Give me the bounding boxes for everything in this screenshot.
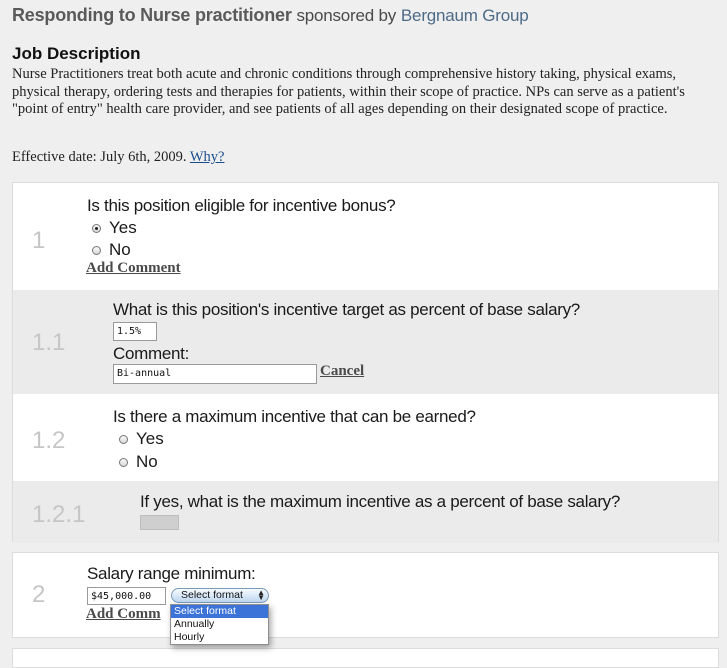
format-option-hourly[interactable]: Hourly <box>171 631 268 644</box>
incentive-target-input[interactable]: 1.5% <box>113 322 157 341</box>
question-text: Salary range minimum: <box>87 564 256 583</box>
question-text: If yes, what is the maximum incentive as… <box>140 492 621 511</box>
question-number: 1.2.1 <box>32 501 86 528</box>
question-row-1-1: 1.1 What is this position's incentive ta… <box>13 290 718 394</box>
question-text: Is this position eligible for incentive … <box>87 196 396 215</box>
question-number: 1 <box>32 227 46 254</box>
job-description-text: Nurse Practitioners treat both acute and… <box>12 66 685 117</box>
radio-no[interactable] <box>119 457 128 467</box>
sponsor-link[interactable]: Bergnaum Group <box>401 6 529 25</box>
option-no-label: No <box>109 240 131 259</box>
job-description-heading: Job Description <box>12 44 141 63</box>
question-panel-1: 1 Is this position eligible for incentiv… <box>12 182 719 543</box>
comment-label: Comment: <box>113 344 190 363</box>
salary-min-input[interactable]: $45,000.00 <box>87 587 166 605</box>
sponsored-by-label: sponsored by <box>296 6 397 25</box>
page-header: Responding to Nurse practitioner sponsor… <box>12 5 722 26</box>
question-text: Is there a maximum incentive that can be… <box>113 407 476 426</box>
option-no[interactable]: No <box>92 240 131 260</box>
option-no[interactable]: No <box>119 452 158 472</box>
question-row-1-2-1: 1.2.1 If yes, what is the maximum incent… <box>13 481 718 543</box>
select-arrows-icon: ▲ ▼ <box>257 588 265 602</box>
radio-yes[interactable] <box>119 434 128 444</box>
radio-yes[interactable] <box>92 223 101 233</box>
add-comment-link[interactable]: Add Comm <box>86 606 161 623</box>
option-yes-label: Yes <box>136 429 164 448</box>
option-yes[interactable]: Yes <box>92 218 137 238</box>
question-row-1-2: 1.2 Is there a maximum incentive that ca… <box>13 394 718 481</box>
add-comment-link[interactable]: Add Comment <box>86 260 181 277</box>
question-number: 2 <box>32 581 46 608</box>
why-link[interactable]: Why? <box>190 149 225 165</box>
question-text: What is this position's incentive target… <box>113 300 580 319</box>
question-panel-2: 2 Salary range minimum: $45,000.00 Selec… <box>12 552 719 638</box>
option-no-label: No <box>136 452 158 471</box>
format-option-annually[interactable]: Annually <box>171 618 268 631</box>
format-dropdown: Select format Annually Hourly <box>170 604 269 645</box>
comment-input[interactable]: Bi-annual <box>113 364 317 384</box>
format-select[interactable]: Select format ▲ ▼ <box>171 588 269 603</box>
format-select-value: Select format <box>181 589 243 601</box>
page-title: Responding to Nurse practitioner <box>12 5 292 25</box>
question-number: 1.2 <box>32 427 66 454</box>
question-number: 1.1 <box>32 329 66 356</box>
effective-date: Effective date: July 6th, 2009. Why? <box>12 149 225 166</box>
question-panel-3 <box>12 648 719 668</box>
max-incentive-input[interactable] <box>140 515 179 530</box>
option-yes-label: Yes <box>109 218 137 237</box>
format-option-select[interactable]: Select format <box>171 605 268 618</box>
question-row-1: 1 Is this position eligible for incentiv… <box>13 183 718 290</box>
radio-no[interactable] <box>92 245 101 255</box>
effective-date-label: Effective date: July 6th, 2009. <box>12 149 187 165</box>
option-yes[interactable]: Yes <box>119 429 164 449</box>
cancel-comment-link[interactable]: Cancel <box>320 363 364 380</box>
